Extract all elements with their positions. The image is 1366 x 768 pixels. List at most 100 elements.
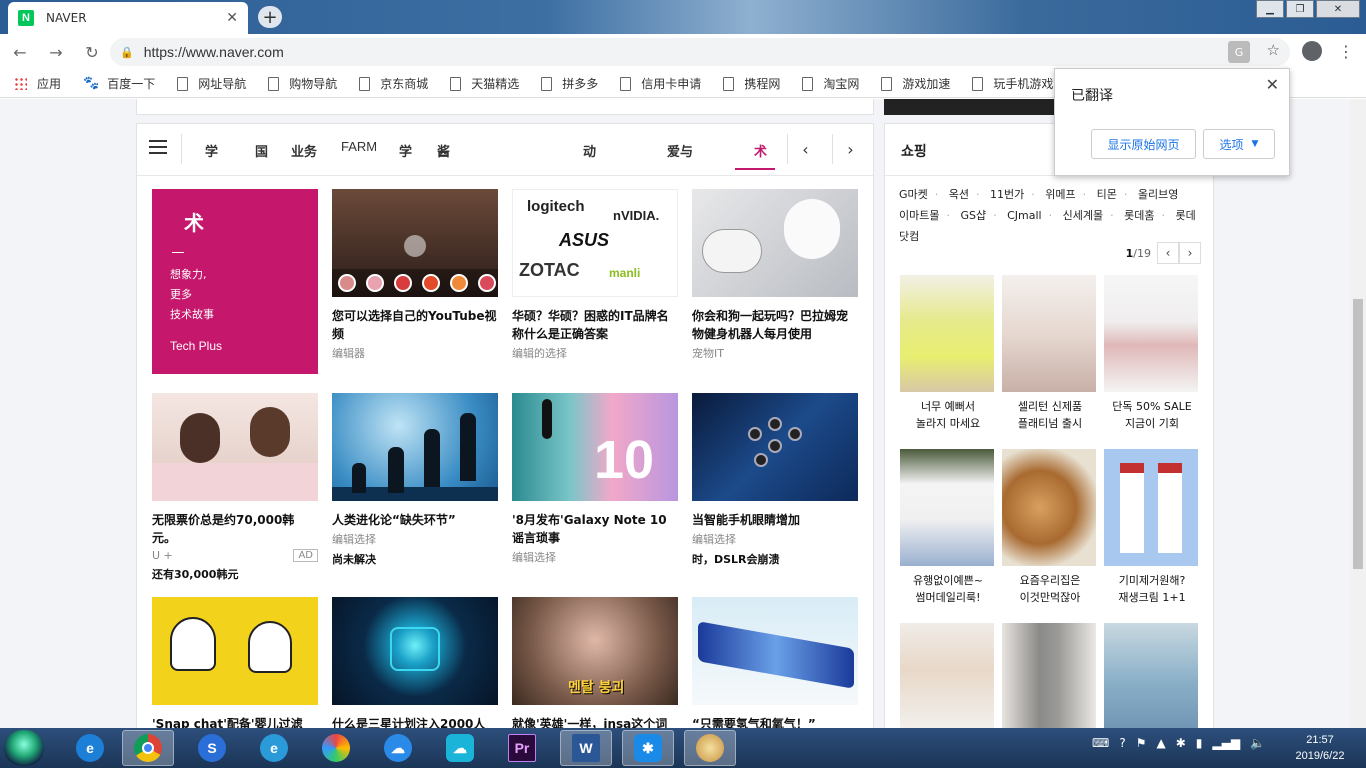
feature-line: 更多 xyxy=(170,288,192,301)
article-card[interactable]: 您可以选择自己的YouTube视频 编辑器 xyxy=(332,189,498,361)
article-card[interactable]: 你会和狗一起玩吗？巴拉姆宠物健身机器人每月使用 宠物IT xyxy=(692,189,858,361)
tab-category[interactable]: 学 xyxy=(399,141,412,160)
scrollbar-thumb[interactable] xyxy=(1353,299,1363,569)
shop-link[interactable]: 신세계몰 xyxy=(1063,209,1103,222)
network-icon[interactable]: ▂▄▆ xyxy=(1212,736,1240,750)
article-card[interactable]: 멘탈 붕괴 就像'英雄'一样，insa这个词源 xyxy=(512,597,678,728)
tab-category[interactable]: 国 xyxy=(255,141,268,160)
browser-tab-naver[interactable]: N NAVER ✕ xyxy=(8,2,248,34)
translate-icon[interactable]: G xyxy=(1228,41,1250,63)
bookmark-item[interactable]: 购物导航 xyxy=(268,75,337,92)
shop-link[interactable]: 옥션 xyxy=(949,188,969,201)
tray-app-icon[interactable]: ✱ xyxy=(1176,736,1186,750)
product-card[interactable]: 유행없이예쁜~ 썸머데일리룩! xyxy=(900,449,996,606)
page-scrollbar[interactable] xyxy=(1350,99,1366,728)
taskbar-app[interactable] xyxy=(310,730,362,766)
article-card[interactable]: logitech nVIDIA. ASUS ZOTAC manli 华硕？华硕？… xyxy=(512,189,678,361)
new-tab-button[interactable]: + xyxy=(258,6,282,28)
taskbar-sogou[interactable]: S xyxy=(186,730,238,766)
bookmark-item[interactable]: 应用 xyxy=(14,75,61,92)
bookmark-item[interactable]: 拼多多 xyxy=(541,75,598,92)
action-center-icon[interactable]: ⚑ xyxy=(1136,736,1147,750)
show-hidden-icons-icon[interactable]: ▲ xyxy=(1156,736,1165,750)
taskbar-clock[interactable]: 21:57 2019/6/22 xyxy=(1290,732,1350,764)
address-bar[interactable]: 🔒 https://www.naver.com G ☆ xyxy=(110,38,1290,66)
shop-link[interactable]: CJmall xyxy=(1007,209,1042,222)
forward-button[interactable]: → xyxy=(40,36,72,68)
shop-link[interactable]: GS샵 xyxy=(960,209,986,222)
article-card[interactable]: 什么是三星计划注入2000人 xyxy=(332,597,498,728)
product-card[interactable] xyxy=(1002,623,1098,728)
product-card[interactable]: 요즘우리집은 이것만먹잖아 xyxy=(1002,449,1098,606)
show-original-button[interactable]: 显示原始网页 xyxy=(1091,129,1196,159)
bookmark-item[interactable]: 携程网 xyxy=(723,75,780,92)
shop-link[interactable]: 이마트몰 xyxy=(899,209,939,222)
tab-category[interactable]: 业务 xyxy=(291,141,317,160)
tab-category[interactable]: 酱 xyxy=(437,141,450,160)
pager-next-icon[interactable]: › xyxy=(1179,242,1201,264)
window-close-button[interactable]: ✕ xyxy=(1316,0,1360,18)
taskbar-word[interactable]: W xyxy=(560,730,612,766)
bookmark-item[interactable]: 天猫精选 xyxy=(450,75,519,92)
product-card[interactable]: 단독 50% SALE 지금이 기회 xyxy=(1104,275,1200,432)
bookmark-item[interactable]: 淘宝网 xyxy=(802,75,859,92)
reload-button[interactable]: ↻ xyxy=(76,36,108,68)
article-card[interactable]: “只需要氢气和氧气！” xyxy=(692,597,858,728)
start-button[interactable] xyxy=(4,730,44,766)
shop-link[interactable]: 티몬 xyxy=(1097,188,1117,201)
hamburger-menu-icon[interactable] xyxy=(149,140,167,154)
tab-category[interactable]: 学 xyxy=(205,141,218,160)
taskbar-chrome[interactable] xyxy=(122,730,174,766)
bookmark-item[interactable]: 信用卡申请 xyxy=(620,75,701,92)
browser-menu-icon[interactable]: ⋮ xyxy=(1338,42,1354,61)
product-card[interactable]: 셀리턴 신제품 플래티넘 출시 xyxy=(1002,275,1098,432)
pager-prev-icon[interactable]: ‹ xyxy=(1157,242,1179,264)
popup-close-icon[interactable]: ✕ xyxy=(1266,75,1279,94)
taskbar-premiere[interactable]: Pr xyxy=(496,730,548,766)
feature-tile[interactable]: 术 想象力, 更多 技术故事 Tech Plus xyxy=(152,189,318,374)
prev-arrow-icon[interactable]: ‹ xyxy=(787,134,823,164)
battery-icon[interactable]: ▮ xyxy=(1196,736,1203,750)
tab-category-active[interactable]: 术 xyxy=(754,141,767,160)
shop-link[interactable]: 올리브영 xyxy=(1138,188,1178,201)
article-card[interactable]: 10 '8月发布'Galaxy Note 10谣言琐事 编辑选择 xyxy=(512,393,678,565)
volume-icon[interactable]: 🔈 xyxy=(1250,736,1265,750)
taskbar-ie-alt[interactable]: e xyxy=(248,730,300,766)
taskbar-ie[interactable]: e xyxy=(64,730,116,766)
shop-link[interactable]: 롯데홈 xyxy=(1124,209,1154,222)
article-card[interactable]: 当智能手机眼睛增加 编辑选择 时，DSLR会崩溃 xyxy=(692,393,858,567)
taskbar-app2[interactable]: ✱ xyxy=(622,730,674,766)
bookmark-item[interactable]: 京东商城 xyxy=(359,75,428,92)
product-card[interactable]: 기미제거원해? 재생크림 1+1 xyxy=(1104,449,1200,606)
product-card[interactable] xyxy=(1104,623,1200,728)
shop-link[interactable]: 11번가 xyxy=(990,188,1024,201)
bookmark-item[interactable]: 🐾 百度一下 xyxy=(83,75,155,92)
bookmark-item[interactable]: 玩手机游戏 xyxy=(972,75,1053,92)
taskbar-cloud2[interactable]: ☁ xyxy=(434,730,486,766)
tab-category[interactable]: 动 xyxy=(583,141,596,160)
article-card[interactable]: 无限票价总是约70,000韩元。 U + AD 还有30,000韩元 xyxy=(152,393,318,582)
account-avatar-icon[interactable] xyxy=(1302,41,1322,61)
maximize-button[interactable]: ❐ xyxy=(1286,0,1314,18)
shop-link[interactable]: G마켓 xyxy=(899,188,928,201)
next-arrow-icon[interactable]: › xyxy=(832,134,868,164)
bookmark-star-icon[interactable]: ☆ xyxy=(1267,41,1280,59)
taskbar-cloud[interactable]: ☁ xyxy=(372,730,424,766)
back-button[interactable]: ← xyxy=(4,36,36,68)
tab-close-icon[interactable]: ✕ xyxy=(226,10,238,26)
taskbar-paint[interactable] xyxy=(684,730,736,766)
bookmark-item[interactable]: 游戏加速 xyxy=(881,75,950,92)
tab-category[interactable]: 爱与 xyxy=(667,141,693,160)
options-button[interactable]: 选项 ▼ xyxy=(1203,129,1275,159)
minimize-button[interactable]: ▁ xyxy=(1256,0,1284,18)
article-card[interactable]: 'Snap chat'配备'婴儿过滤器', xyxy=(152,597,318,728)
shop-link[interactable]: 위메프 xyxy=(1045,188,1075,201)
product-card[interactable]: 너무 예뻐서 놀라지 마세요 xyxy=(900,275,996,432)
keyboard-icon[interactable]: ⌨ xyxy=(1092,736,1109,750)
product-image xyxy=(900,275,994,392)
bookmark-item[interactable]: 网址导航 xyxy=(177,75,246,92)
tab-category[interactable]: FARM xyxy=(341,139,377,154)
product-card[interactable] xyxy=(900,623,996,728)
article-card[interactable]: 人类进化论“缺失环节” 编辑选择 尚未解决 xyxy=(332,393,498,567)
help-icon[interactable]: ? xyxy=(1119,736,1125,750)
